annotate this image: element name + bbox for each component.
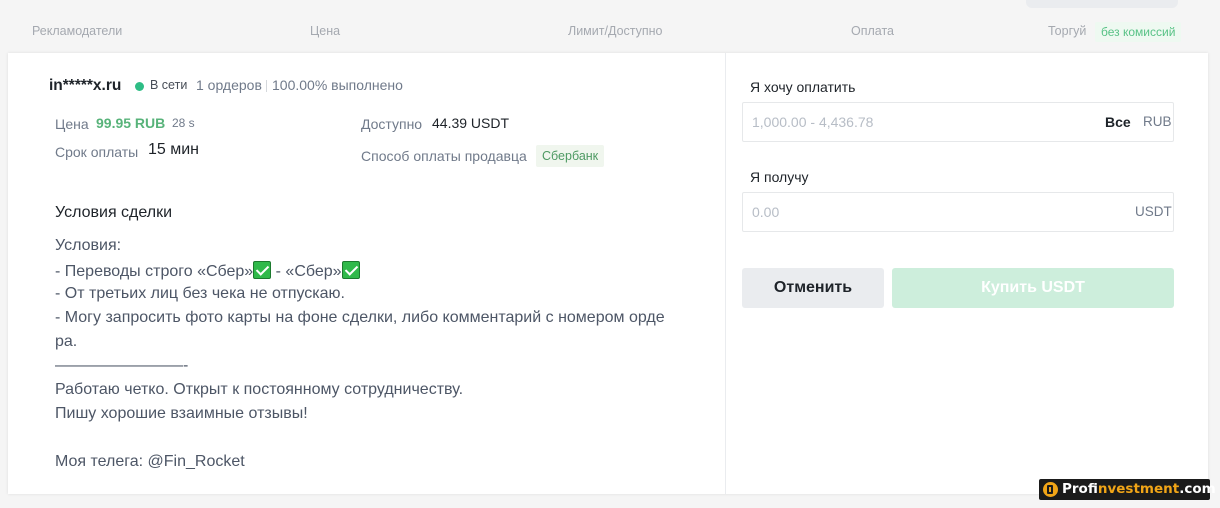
terms-line-3-cont: ра. [55, 333, 78, 350]
pay-amount-input[interactable] [743, 103, 1083, 141]
terms-line-7: Моя телега: @Fin_Rocket [55, 453, 245, 470]
terms-line-2: - От третьих лиц без чека не отпускаю. [55, 285, 345, 302]
pay-amount-field: Все RUB [742, 102, 1174, 142]
payment-term-label: Срок оплаты [55, 144, 139, 160]
order-count: 1 ордеров [196, 77, 262, 93]
terms-line-5: Работаю четко. Открыт к постоянному сотр… [55, 381, 464, 398]
available-value: 44.39 USDT [432, 115, 510, 131]
terms-line-1: - Переводы строго «Сбер» - «Сбер» [55, 261, 360, 281]
col-header-price: Цена [310, 24, 341, 38]
no-fee-badge: без комиссий [1095, 22, 1182, 42]
terms-line-1-b: - «Сбер» [271, 263, 342, 280]
receive-amount-label: Я получу [750, 169, 809, 185]
completion-rate: 100.00% выполнено [272, 77, 403, 93]
receive-currency: USDT [1135, 204, 1172, 219]
price-refresh-timer: 28 s [172, 116, 195, 130]
top-tab [1026, 0, 1178, 8]
online-status: В сети [150, 78, 188, 92]
online-status-icon [135, 82, 144, 91]
watermark-text-3: .com [1179, 481, 1216, 497]
payment-term-value: 15 мин [148, 141, 200, 158]
col-header-advertisers: Рекламодатели [32, 24, 123, 38]
available-label: Доступно [361, 116, 423, 132]
terms-line-6: Пишу хорошие взаимные отзывы! [55, 405, 308, 422]
payment-method-label: Способ оплаты продавца [361, 148, 527, 164]
price-label: Цена [55, 116, 89, 132]
advertiser-name[interactable]: in*****x.ru [49, 77, 121, 95]
receive-amount-field: USDT [742, 192, 1174, 232]
terms-title: Условия сделки [55, 204, 173, 221]
receive-amount-input[interactable] [743, 193, 1083, 231]
col-header-payment: Оплата [851, 24, 894, 38]
check-mark-icon [253, 261, 272, 279]
check-mark-icon [341, 261, 360, 279]
terms-line-1-a: - Переводы строго «Сбер» [55, 263, 254, 280]
watermark-text-1: Prof [1062, 481, 1098, 497]
buy-usdt-button[interactable]: Купить USDT [892, 268, 1174, 308]
price-value: 99.95 RUB [96, 115, 166, 131]
pay-amount-label: Я хочу оплатить [750, 79, 856, 95]
watermark-text-2: investment [1097, 481, 1180, 497]
pay-currency: RUB [1143, 114, 1172, 129]
card-divider [725, 53, 726, 494]
payment-method-badge: Сбербанк [536, 145, 605, 167]
pay-all-button[interactable]: Все [1105, 114, 1131, 130]
col-header-trade: Торгуй [1048, 24, 1087, 38]
cancel-button[interactable]: Отменить [742, 268, 884, 308]
watermark-text: Profinvestment.com [1062, 479, 1216, 500]
watermark: Profinvestment.com [1039, 479, 1216, 500]
terms-line-3: - Могу запросить фото карты на фоне сдел… [55, 309, 665, 326]
stats-separator [266, 80, 267, 92]
col-header-limit: Лимит/Доступно [568, 24, 663, 38]
profinvestment-logo-icon [1043, 482, 1058, 497]
terms-heading: Условия: [55, 237, 122, 254]
terms-line-4: ————————- [55, 357, 189, 374]
